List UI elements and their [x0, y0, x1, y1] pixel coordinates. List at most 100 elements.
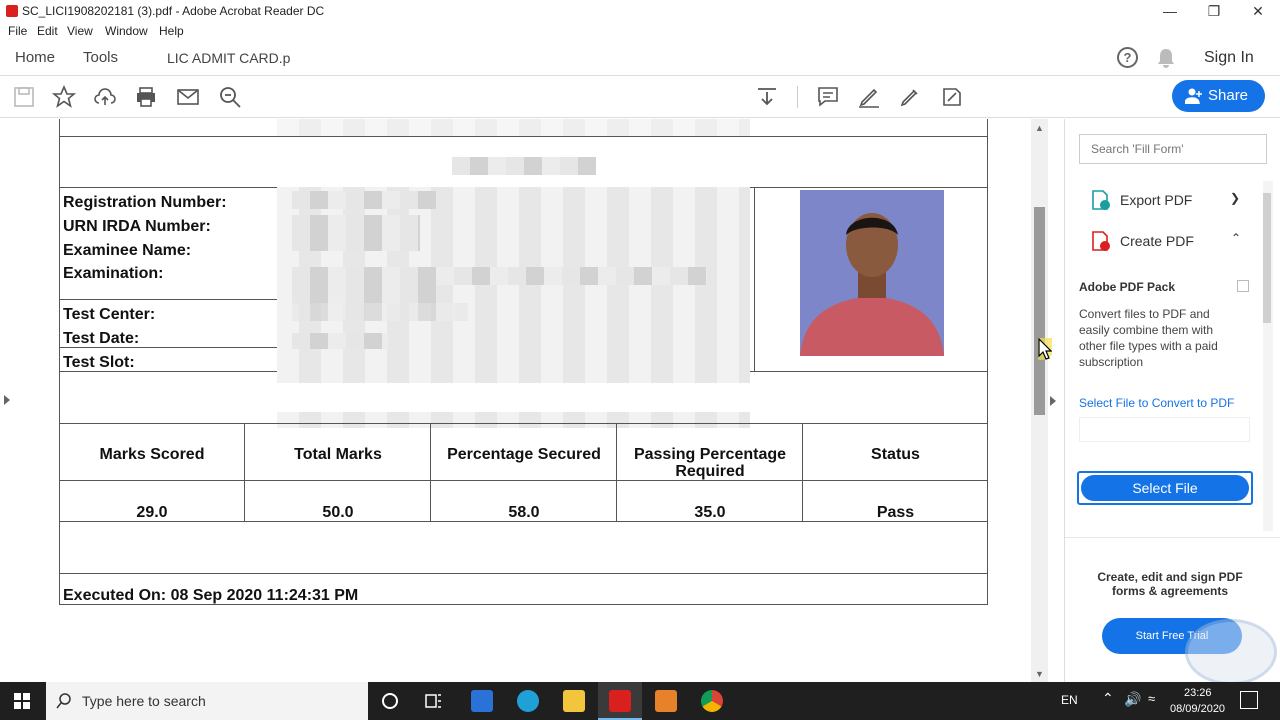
redacted-value: [292, 333, 388, 349]
email-icon[interactable]: [176, 85, 200, 109]
document-viewer[interactable]: Registration Number: URN IRDA Number: Ex…: [0, 119, 1048, 682]
bell-icon[interactable]: [1157, 48, 1175, 68]
redacted-heading: [452, 157, 596, 175]
tab-bar: Home Tools LIC ADMIT CARD.p ? Sign In: [0, 40, 1280, 76]
scrollbar-thumb[interactable]: [1034, 207, 1045, 415]
help-icon[interactable]: ?: [1117, 47, 1138, 68]
value-percentage-secured: 58.0: [508, 504, 540, 521]
row-divider: [59, 299, 277, 300]
tray-chevron-icon[interactable]: ⌃: [1102, 690, 1114, 707]
photo-divider: [754, 187, 755, 371]
header-percentage-secured: Percentage Secured: [447, 446, 601, 463]
left-pane-toggle-icon[interactable]: [4, 395, 10, 405]
pdf-pack-title: Adobe PDF Pack: [1079, 280, 1176, 294]
menu-help[interactable]: Help: [159, 24, 184, 38]
value-status: Pass: [876, 504, 915, 521]
value-marks-scored: 29.0: [136, 504, 168, 521]
file-drop-area[interactable]: [1079, 417, 1250, 442]
fill-sign-icon[interactable]: [940, 85, 964, 109]
export-pdf-link[interactable]: Export PDF: [1120, 192, 1192, 208]
acrobat-app-icon: [6, 5, 18, 17]
copy-icon: [1237, 280, 1249, 292]
menu-view[interactable]: View: [67, 24, 93, 38]
save-icon[interactable]: [12, 85, 36, 109]
sign-pen-icon[interactable]: [898, 85, 922, 109]
export-pdf-icon: [1092, 190, 1110, 210]
pane-divider: [1065, 537, 1280, 538]
edge-icon[interactable]: [517, 690, 539, 712]
row-divider: [59, 573, 988, 574]
select-file-button-frame[interactable]: Select File: [1077, 471, 1253, 505]
chevron-down-icon[interactable]: ❯: [1230, 191, 1240, 205]
label-examination: Examination:: [63, 265, 164, 282]
select-file-link[interactable]: Select File to Convert to PDF: [1079, 396, 1234, 410]
print-icon[interactable]: [134, 85, 158, 109]
taskbar-search-icon: [56, 693, 71, 709]
close-button[interactable]: ✕: [1236, 0, 1280, 22]
share-label: Share: [1208, 87, 1249, 104]
volume-icon[interactable]: 🔊: [1124, 691, 1141, 708]
comment-icon[interactable]: [816, 85, 840, 109]
minimize-button[interactable]: —: [1148, 0, 1192, 22]
menu-edit[interactable]: Edit: [37, 24, 58, 38]
row-divider: [59, 347, 277, 348]
store-icon[interactable]: [471, 690, 493, 712]
taskbar-search-box[interactable]: Type here to search: [46, 682, 368, 720]
executed-on: Executed On: 08 Sep 2020 11:24:31 PM: [63, 587, 359, 604]
acrobat-taskbar-button[interactable]: [598, 682, 642, 720]
label-registration-number: Registration Number:: [63, 194, 227, 211]
scroll-down-icon[interactable]: ▼: [1035, 669, 1044, 679]
task-view-icon[interactable]: [425, 693, 443, 709]
tab-tools[interactable]: Tools: [83, 49, 118, 66]
file-explorer-icon[interactable]: [563, 690, 585, 712]
pdf-pack-description: Convert files to PDF and easily combine …: [1079, 307, 1218, 369]
label-test-center: Test Center:: [63, 306, 156, 323]
window-title: SC_LICI1908202181 (3).pdf - Adobe Acroba…: [22, 4, 325, 18]
highlight-pen-icon[interactable]: [857, 85, 881, 109]
label-urn-irda-number: URN IRDA Number:: [63, 218, 211, 235]
value-total-marks: 50.0: [322, 504, 354, 521]
star-icon[interactable]: [52, 85, 76, 109]
right-pane-toggle-icon[interactable]: [1050, 396, 1056, 406]
add-user-icon: [1185, 88, 1202, 104]
search-icon[interactable]: [218, 85, 242, 109]
maximize-button[interactable]: ❐: [1192, 0, 1236, 22]
toolbar-divider: [797, 86, 798, 108]
examinee-photo: [800, 190, 944, 356]
chevron-up-icon[interactable]: ⌃: [1231, 231, 1241, 245]
header-marks-scored: Marks Scored: [99, 446, 205, 463]
download-icon[interactable]: [755, 85, 779, 109]
tab-home[interactable]: Home: [15, 49, 55, 66]
redacted-value: [292, 285, 436, 303]
menu-bar: File Edit View Window Help: [0, 22, 1280, 40]
promo-text: Create, edit and sign PDF forms & agreem…: [1097, 570, 1243, 598]
menu-window[interactable]: Window: [105, 24, 148, 38]
create-pdf-link[interactable]: Create PDF: [1120, 233, 1194, 249]
cortana-icon[interactable]: [382, 693, 398, 709]
select-file-button[interactable]: Select File: [1081, 475, 1249, 501]
pane-scrollbar[interactable]: [1263, 181, 1273, 531]
windows-start-icon[interactable]: [14, 693, 30, 709]
pane-scrollbar-thumb[interactable]: [1263, 193, 1271, 323]
tab-document[interactable]: LIC ADMIT CARD.p: [167, 50, 290, 66]
scroll-up-icon[interactable]: ▲: [1035, 123, 1044, 133]
clock-date[interactable]: 08/09/2020: [1170, 703, 1225, 715]
share-button[interactable]: Share: [1172, 80, 1265, 112]
label-test-slot: Test Slot:: [63, 354, 135, 371]
app-icon[interactable]: [655, 690, 677, 712]
upload-cloud-icon[interactable]: [93, 85, 117, 109]
notifications-icon[interactable]: [1240, 691, 1258, 709]
clock-time[interactable]: 23:26: [1184, 687, 1212, 699]
label-examinee-name: Examinee Name:: [63, 242, 192, 259]
menu-file[interactable]: File: [8, 24, 27, 38]
sign-in-link[interactable]: Sign In: [1204, 49, 1254, 67]
wifi-icon[interactable]: ≈: [1148, 691, 1155, 706]
redacted-value: [292, 191, 436, 209]
chrome-icon[interactable]: [701, 690, 723, 712]
fill-form-search-input[interactable]: [1079, 134, 1267, 164]
vertical-scrollbar[interactable]: ▲ ▼: [1031, 119, 1048, 682]
mouse-cursor-icon: [1038, 338, 1052, 360]
value-passing-percentage: 35.0: [694, 504, 726, 521]
language-indicator[interactable]: EN: [1061, 693, 1078, 707]
row-divider: [59, 136, 988, 137]
